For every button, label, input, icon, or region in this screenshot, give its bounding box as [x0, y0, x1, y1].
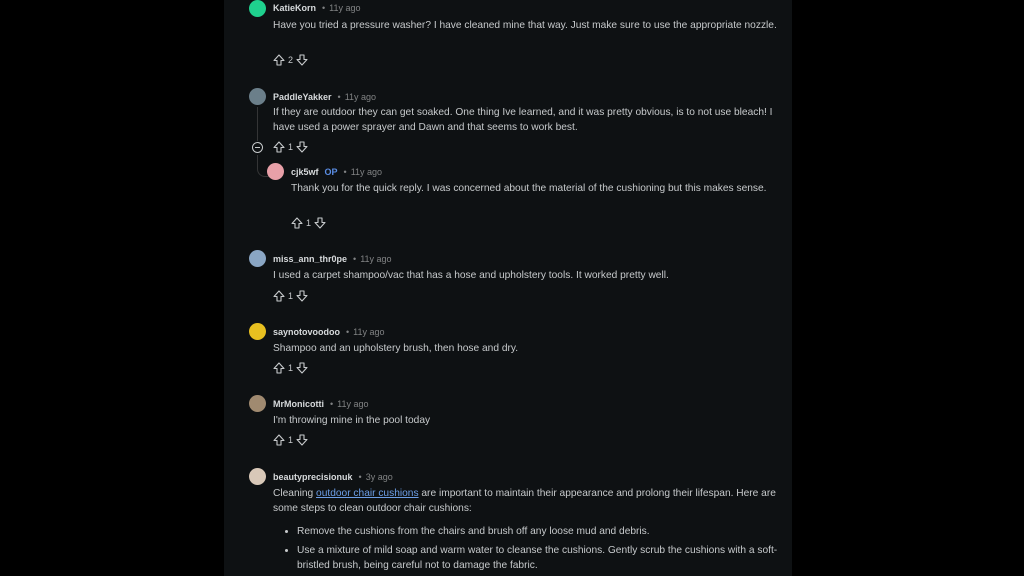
avatar[interactable] — [249, 88, 266, 105]
separator-dot: • — [353, 254, 357, 264]
vote-bar: 1 — [273, 141, 308, 153]
username[interactable]: MrMonicotti — [273, 399, 324, 409]
downvote-icon[interactable] — [314, 217, 326, 229]
comment-body: Thank you for the quick reply. I was con… — [291, 183, 767, 194]
vote-bar: 1 — [291, 217, 326, 229]
upvote-icon[interactable] — [273, 141, 285, 153]
timestamp[interactable]: 11y ago — [353, 327, 384, 337]
comment-body: Shampoo and an upholstery brush, then ho… — [273, 343, 519, 354]
username[interactable]: miss_ann_thr0pe — [273, 254, 347, 264]
upvote-icon[interactable] — [273, 434, 285, 446]
downvote-icon[interactable] — [296, 362, 308, 374]
list-item: Remove the cushions from the chairs and … — [297, 524, 791, 539]
username[interactable]: KatieKorn — [273, 3, 316, 13]
username[interactable]: beautyprecisionuk — [273, 472, 353, 482]
thread-line[interactable] — [257, 107, 258, 141]
body-text: Cleaning — [273, 488, 317, 499]
separator-dot: • — [337, 92, 341, 102]
steps-list: Remove the cushions from the chairs and … — [273, 524, 791, 573]
avatar[interactable] — [249, 250, 266, 267]
username[interactable]: cjk5wf — [291, 167, 319, 177]
upvote-icon[interactable] — [291, 217, 303, 229]
timestamp[interactable]: 11y ago — [329, 3, 360, 13]
username[interactable]: saynotovoodoo — [273, 327, 340, 337]
upvote-icon[interactable] — [273, 54, 285, 66]
comment-body: Have you tried a pressure washer? I have… — [273, 20, 777, 31]
downvote-icon[interactable] — [296, 434, 308, 446]
vote-bar: 2 — [273, 54, 308, 66]
separator-dot: • — [330, 399, 334, 409]
downvote-icon[interactable] — [296, 54, 308, 66]
timestamp[interactable]: 11y ago — [345, 92, 376, 102]
vote-count: 1 — [288, 363, 294, 373]
vote-count: 1 — [288, 142, 294, 152]
comment-body: Cleaning outdoor chair cushions are impo… — [273, 486, 791, 576]
comment-thread: KatieKorn • 11y ago Have you tried a pre… — [224, 0, 792, 576]
comment-body: I'm throwing mine in the pool today — [273, 415, 431, 426]
outdoor-chair-cushions-link[interactable]: outdoor chair cushions — [316, 488, 419, 499]
downvote-icon[interactable] — [296, 141, 308, 153]
separator-dot: • — [346, 327, 350, 337]
list-item: Use a mixture of mild soap and warm wate… — [297, 543, 791, 573]
vote-bar: 1 — [273, 290, 308, 302]
vote-count: 1 — [306, 218, 312, 228]
upvote-icon[interactable] — [273, 290, 285, 302]
timestamp[interactable]: 3y ago — [366, 472, 393, 482]
separator-dot: • — [343, 167, 347, 177]
collapse-thread-icon[interactable] — [252, 142, 263, 153]
thread-line[interactable] — [257, 155, 258, 166]
vote-bar: 1 — [273, 362, 308, 374]
avatar[interactable] — [267, 163, 284, 180]
avatar[interactable] — [249, 0, 266, 17]
timestamp[interactable]: 11y ago — [360, 254, 391, 264]
vote-count: 1 — [288, 291, 294, 301]
comment-body: I used a carpet shampoo/vac that has a h… — [273, 270, 669, 281]
vote-count: 1 — [288, 435, 294, 445]
separator-dot: • — [358, 472, 362, 482]
avatar[interactable] — [249, 395, 266, 412]
downvote-icon[interactable] — [296, 290, 308, 302]
comment-body: If they are outdoor they can get soaked.… — [273, 107, 773, 133]
vote-bar: 1 — [273, 434, 308, 446]
username[interactable]: PaddleYakker — [273, 92, 332, 102]
avatar[interactable] — [249, 323, 266, 340]
avatar[interactable] — [249, 468, 266, 485]
vote-count: 2 — [288, 55, 294, 65]
timestamp[interactable]: 11y ago — [351, 167, 382, 177]
upvote-icon[interactable] — [273, 362, 285, 374]
timestamp[interactable]: 11y ago — [337, 399, 368, 409]
op-badge: OP — [324, 167, 338, 177]
separator-dot: • — [322, 3, 326, 13]
